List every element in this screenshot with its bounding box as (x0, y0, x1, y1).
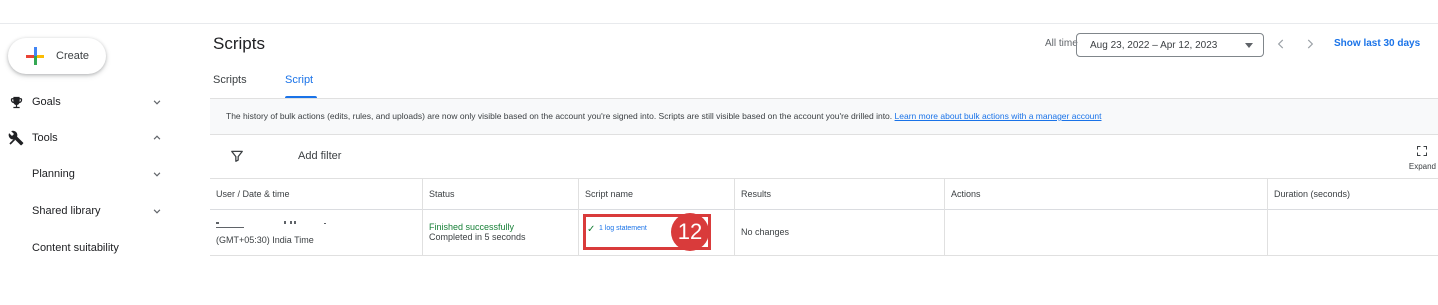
step-badge: 12 (671, 213, 709, 251)
sidebar: Create Goals Tools Planning Shared libra… (0, 24, 200, 260)
redacted-user-text (216, 221, 326, 228)
chevron-down-icon (153, 100, 161, 105)
status-secondary: Completed in 5 seconds (429, 232, 526, 242)
create-button[interactable]: Create (8, 38, 106, 74)
column-header-script-name[interactable]: Script name (578, 179, 734, 210)
learn-more-link[interactable]: Learn more about bulk actions with a man… (895, 111, 1102, 121)
filter-bar: Add filter Expand (210, 135, 1438, 179)
info-notice: The history of bulk actions (edits, rule… (210, 99, 1438, 135)
column-header-status[interactable]: Status (422, 179, 578, 210)
add-filter-button[interactable]: Add filter (298, 150, 341, 162)
dropdown-caret-icon (1245, 43, 1253, 48)
cell-duration (1267, 210, 1438, 256)
notice-text: The history of bulk actions (edits, rule… (226, 111, 893, 121)
page-title: Scripts (213, 34, 265, 53)
column-header-duration[interactable]: Duration (seconds) (1267, 179, 1438, 210)
column-header-user-date[interactable]: User / Date & time (210, 179, 406, 210)
column-header-results[interactable]: Results (734, 179, 944, 210)
timezone-text: (GMT+05:30) India Time (216, 235, 314, 245)
plus-icon (26, 47, 44, 65)
sidebar-item-shared-library[interactable]: Shared library (0, 197, 200, 225)
log-statement-link[interactable]: 1 log statement (599, 225, 647, 232)
cell-status: Finished successfully Completed in 5 sec… (422, 210, 578, 256)
tools-icon (8, 130, 24, 146)
sidebar-item-label: Goals (32, 96, 61, 108)
sidebar-item-label: Tools (32, 132, 58, 144)
cell-script-name: ✓ 1 log statement 12 (578, 210, 734, 256)
table-header: User / Date & time Status Script name Re… (210, 179, 1438, 210)
date-range-picker[interactable]: Aug 23, 2022 – Apr 12, 2023 (1076, 33, 1264, 57)
tab-script-history[interactable]: Script history (285, 66, 318, 114)
sidebar-item-label: Planning (32, 168, 75, 180)
sidebar-item-goals[interactable]: Goals (0, 88, 200, 116)
check-icon: ✓ (587, 224, 596, 235)
expand-label[interactable]: Expand (1409, 162, 1436, 171)
date-range-value: Aug 23, 2022 – Apr 12, 2023 (1090, 39, 1218, 51)
chevron-down-icon (153, 172, 161, 177)
cell-actions (944, 210, 1267, 256)
results-text: No changes (741, 227, 790, 237)
status-primary: Finished successfully (429, 222, 515, 232)
trophy-icon (8, 94, 24, 110)
column-header-actions[interactable]: Actions (944, 179, 1267, 210)
table-row: (GMT+05:30) India Time Finished successf… (210, 210, 1438, 256)
main-content: Scripts All time Aug 23, 2022 – Apr 12, … (200, 24, 1438, 260)
sidebar-item-planning[interactable]: Planning (0, 160, 200, 188)
tab-scripts[interactable]: Scripts (213, 66, 247, 99)
expand-icon[interactable] (1416, 145, 1428, 157)
sidebar-item-label: Content suitability (32, 242, 119, 254)
filter-icon[interactable] (230, 149, 244, 163)
chevron-right-icon[interactable] (1303, 36, 1317, 52)
sidebar-item-label: Shared library (32, 205, 101, 217)
chevron-up-icon (153, 135, 161, 140)
cell-results: No changes (734, 210, 944, 256)
chevron-down-icon (153, 209, 161, 214)
cell-user-date: (GMT+05:30) India Time (210, 210, 422, 256)
sidebar-item-content-suitability[interactable]: Content suitability (0, 234, 200, 262)
chevron-left-icon[interactable] (1274, 36, 1288, 52)
create-label: Create (56, 50, 90, 62)
date-range-label: All time (1045, 38, 1078, 49)
sidebar-item-tools[interactable]: Tools (0, 124, 200, 152)
show-last-30-days-button[interactable]: Show last 30 days (1334, 38, 1420, 49)
